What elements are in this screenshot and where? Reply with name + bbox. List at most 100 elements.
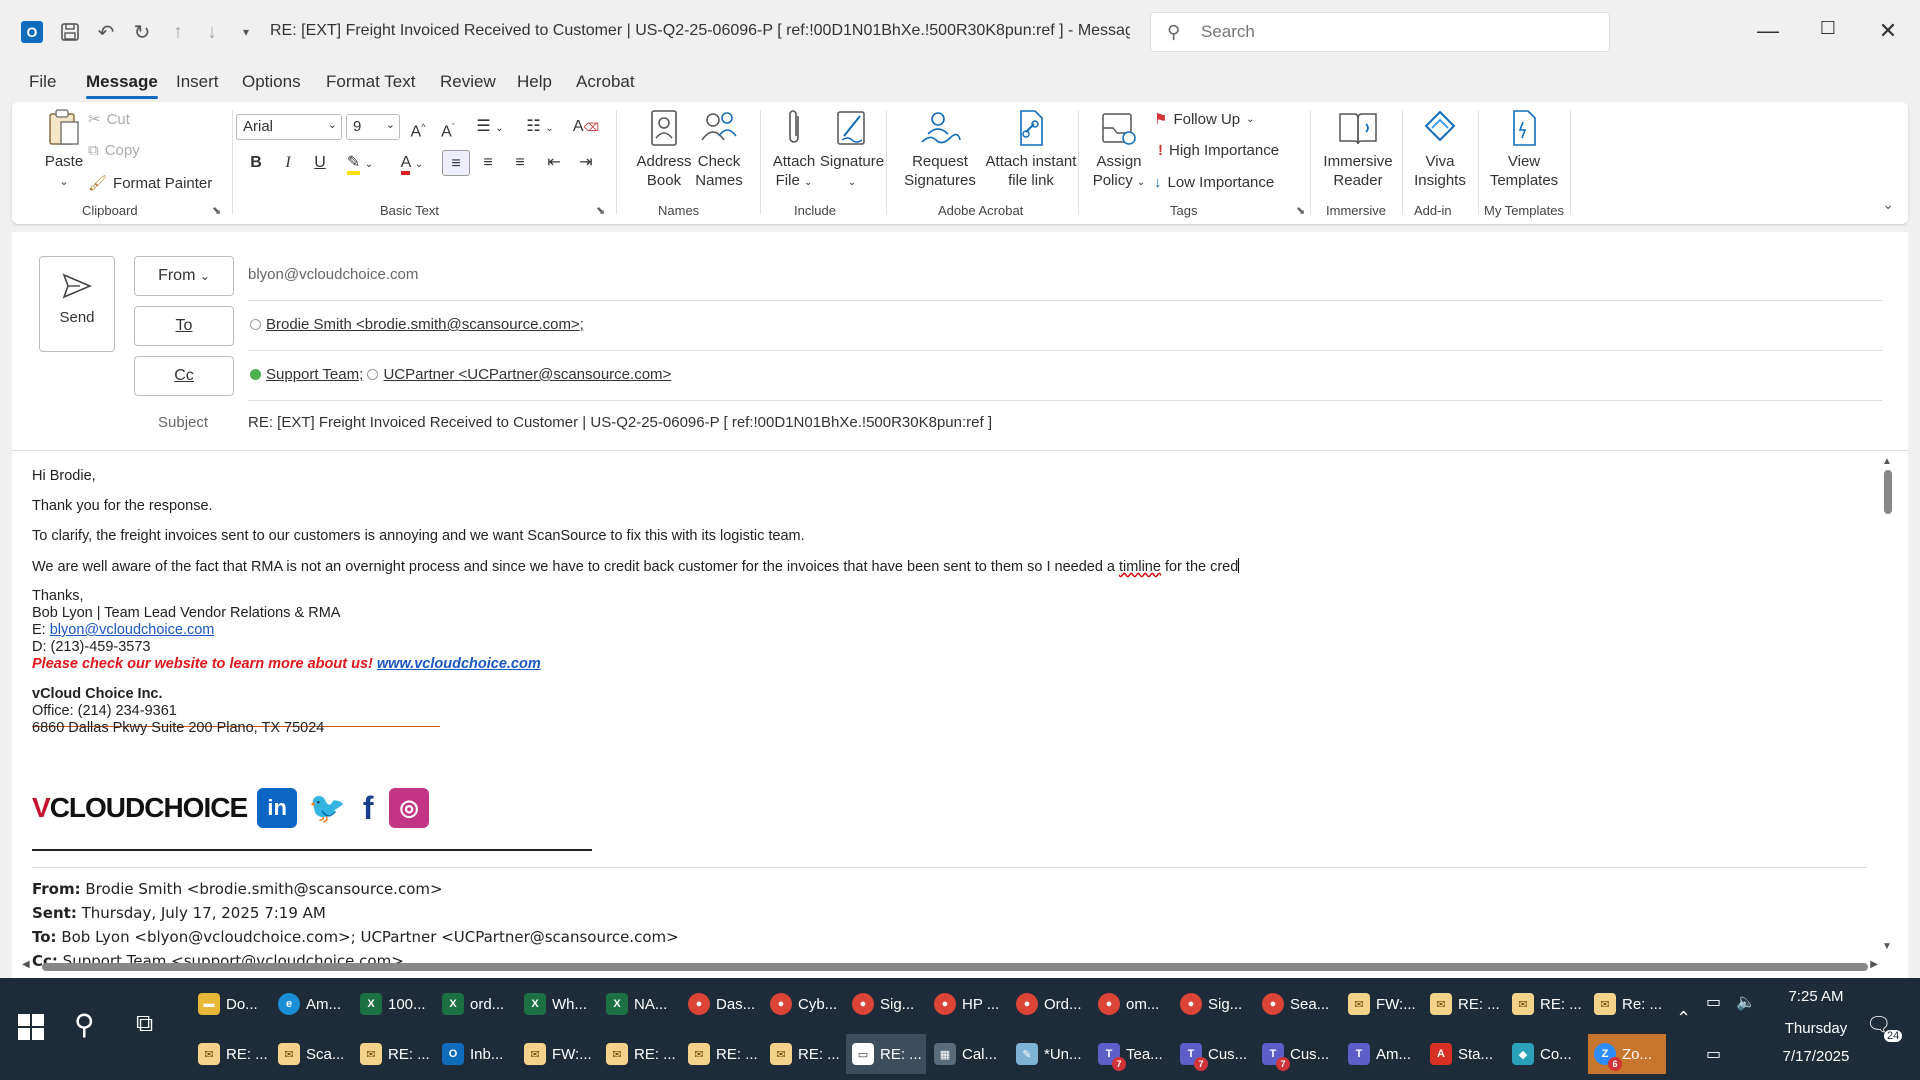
taskbar-item[interactable]: ● Das... [682,984,762,1024]
taskbar-item[interactable]: ✉ RE: ... [764,1034,844,1074]
decrease-indent-icon[interactable]: ⇤ [540,150,568,176]
to-field[interactable]: Brodie Smith <brodie.smith@scansource.co… [250,316,584,333]
taskbar-item[interactable]: ● Sig... [846,984,926,1024]
linkedin-icon[interactable]: in [257,788,298,828]
highlight-icon[interactable]: ✎ ⌄ [340,150,380,176]
facebook-icon[interactable]: f [357,788,379,828]
follow-up-button[interactable]: ⚑ Follow Up ⌄ [1154,110,1255,129]
recipient-brodie-smith[interactable]: Brodie Smith <brodie.smith@scansource.co… [266,316,584,333]
clock-time[interactable]: 7:25 AM [1776,988,1856,1005]
windows-start-icon[interactable] [18,1014,44,1040]
taskbar-item[interactable]: ● om... [1092,984,1172,1024]
taskbar-item[interactable]: ✉ RE: ... [1506,984,1584,1024]
subject-input[interactable]: RE: [EXT] Freight Invoiced Received to C… [248,414,992,431]
underline-icon[interactable]: U [306,150,334,176]
request-signatures-button[interactable]: Request Signatures [896,108,984,190]
taskbar-item[interactable]: ● Sea... [1256,984,1336,1024]
customize-toolbar-icon[interactable]: ▾ [234,20,258,44]
horizontal-scrollbar[interactable]: ◀ ▶ [20,958,1880,974]
instagram-icon[interactable]: ◎ [389,788,430,828]
numbering-icon[interactable]: ☷ ⌄ [520,114,560,140]
redo-icon[interactable]: ↻ [130,20,154,44]
save-icon[interactable] [58,20,82,44]
vertical-scrollbar[interactable]: ▲ ▼ [1880,456,1896,952]
tab-help[interactable]: Help [517,72,552,92]
bullets-icon[interactable]: ☰ ⌄ [470,114,510,140]
signature-button[interactable]: Signature ⌄ [814,108,890,192]
message-body[interactable]: Hi Brodie, Thank you for the response. T… [32,468,1872,968]
clock-day[interactable]: Thursday [1776,1020,1856,1037]
volume-icon[interactable]: 🔈 [1736,992,1756,1012]
paste-button[interactable]: Paste ⌄ [32,108,96,192]
taskbar-item[interactable]: ✉ FW:... [518,1034,598,1074]
dialog-launcher-icon[interactable]: ⬊ [212,204,221,217]
dialog-launcher-icon[interactable]: ⬊ [596,204,605,217]
font-name-select[interactable]: Arial ⌄ [236,114,342,140]
format-painter-button[interactable]: 🖌 Format Painter [88,174,212,193]
taskbar-item[interactable]: ● Ord... [1010,984,1090,1024]
taskbar-item[interactable]: Xord... [436,984,516,1024]
taskbar-item[interactable]: T 7 Tea... [1092,1034,1172,1074]
taskbar-item[interactable]: ◆ Co... [1506,1034,1584,1074]
scroll-thumb[interactable] [1884,470,1892,514]
taskbar-item[interactable]: ● Cyb... [764,984,844,1024]
taskbar-item-active[interactable]: ▭ RE: ... [846,1034,926,1074]
copy-button[interactable]: ⧉ Copy [88,142,140,159]
vcloudchoice-logo[interactable]: VCLOUDCHOICE [32,792,248,824]
clock-date[interactable]: 7/17/2025 [1776,1048,1856,1065]
taskbar-item[interactable]: ✉ RE: ... [682,1034,762,1074]
taskbar-item[interactable]: ▬ Do... [192,984,270,1024]
misspelled-word[interactable]: timline [1119,559,1161,575]
taskbar-item[interactable]: ✉ FW:... [1342,984,1420,1024]
network-icon[interactable]: ▭ [1706,1044,1721,1064]
taskbar-item[interactable]: ● HP ... [928,984,1008,1024]
taskbar-item[interactable]: Z 6 Zo... [1588,1034,1666,1074]
email-link[interactable]: blyon@vcloudchoice.com [50,622,215,638]
cc-field[interactable]: Support Team; UCPartner <UCPartner@scans… [250,366,671,383]
close-button[interactable]: ✕ [1868,18,1908,44]
taskbar-item[interactable]: T 7 Cus... [1256,1034,1336,1074]
high-importance-button[interactable]: ! High Importance [1158,142,1279,159]
scroll-up-icon[interactable]: ▲ [1882,456,1892,467]
scroll-down-icon[interactable]: ▼ [1882,941,1892,952]
bold-icon[interactable]: B [242,150,270,176]
taskbar-item[interactable]: X 100... [354,984,434,1024]
grow-font-icon[interactable]: A^ [404,114,432,140]
next-item-icon[interactable]: ↓ [200,20,224,44]
task-view-icon[interactable]: ⧉ [136,1010,153,1038]
taskbar-item[interactable]: ✉ RE: ... [354,1034,434,1074]
taskbar-item[interactable]: ● Sig... [1174,984,1254,1024]
check-names-button[interactable]: Check Names [684,108,754,190]
taskbar-item[interactable]: O Inb... [436,1034,516,1074]
tab-acrobat[interactable]: Acrobat [576,72,635,92]
tab-options[interactable]: Options [242,72,301,92]
minimize-button[interactable]: — [1748,18,1788,44]
website-link[interactable]: www.vcloudchoice.com [377,656,541,672]
scroll-left-icon[interactable]: ◀ [22,959,30,970]
taskbar-item[interactable]: X NA... [600,984,680,1024]
taskbar-item[interactable]: ✉ Re: ... [1588,984,1666,1024]
immersive-reader-button[interactable]: Immersive Reader [1318,108,1398,190]
search-box[interactable]: ⚲ [1150,12,1610,52]
cut-button[interactable]: ✂ Cut [88,110,130,129]
align-left-icon[interactable]: ≡ [442,150,470,176]
tab-file[interactable]: File [29,72,56,92]
send-button[interactable]: Send [39,256,115,352]
from-button[interactable]: From ⌄ [134,256,234,296]
tab-review[interactable]: Review [440,72,496,92]
taskbar-item[interactable]: e Am... [272,984,352,1024]
italic-icon[interactable]: I [274,150,302,176]
tab-message[interactable]: Message [86,72,158,99]
taskbar-item[interactable]: ✉ RE: ... [192,1034,270,1074]
view-templates-button[interactable]: View Templates [1484,108,1564,190]
taskbar-item[interactable]: ✎ *Un... [1010,1034,1090,1074]
scroll-thumb[interactable] [42,963,1868,971]
scroll-right-icon[interactable]: ▶ [1870,959,1878,970]
low-importance-button[interactable]: ↓ Low Importance [1154,174,1274,191]
taskbar-item[interactable]: T 7 Cus... [1174,1034,1254,1074]
font-color-icon[interactable]: A ⌄ [392,150,432,176]
twitter-icon[interactable]: 🐦 [307,788,347,828]
taskbar-item[interactable]: T Am... [1342,1034,1420,1074]
viva-insights-button[interactable]: Viva Insights [1408,108,1472,190]
battery-icon[interactable]: ▭ [1706,992,1721,1012]
